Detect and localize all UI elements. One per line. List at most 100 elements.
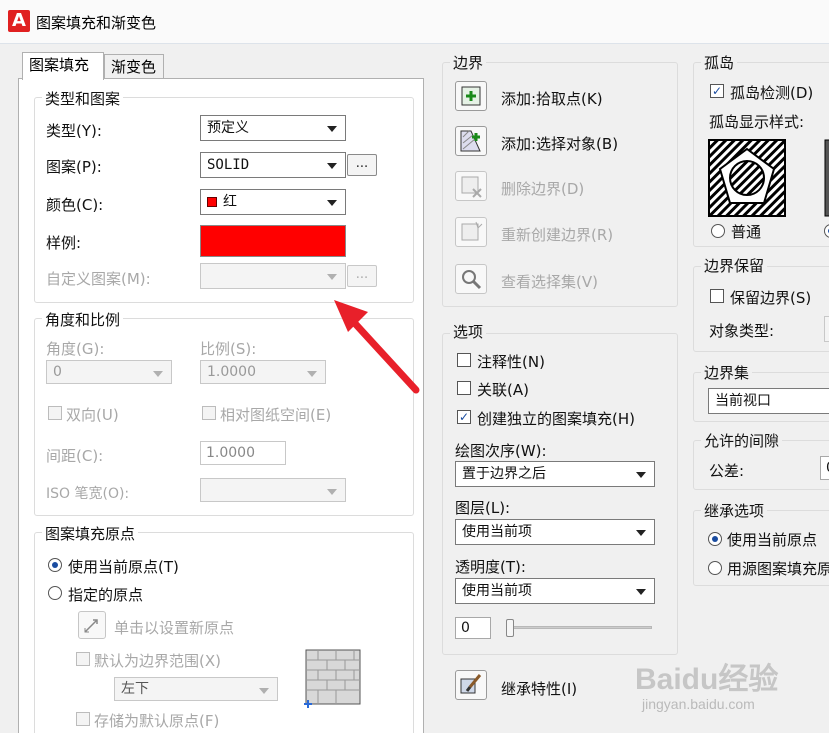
island-normal-preview-icon (708, 139, 786, 217)
layer-label: 图层(L): (455, 499, 511, 517)
inherit-use-source-label: 用源图案填充原点 (727, 560, 829, 578)
origin-title: 图案填充原点 (42, 523, 139, 544)
boundary-set-title: 边界集 (701, 362, 753, 383)
chevron-down-icon (259, 688, 269, 694)
islands-title: 孤岛 (701, 52, 738, 73)
chevron-down-icon (636, 472, 646, 478)
iso-pen-combo[interactable] (200, 478, 346, 502)
pattern-combo[interactable]: SOLID (200, 152, 346, 178)
object-type-label: 对象类型: (709, 322, 775, 340)
remove-boundaries-label: 删除边界(D) (501, 180, 585, 198)
add-select-objects-button[interactable] (455, 126, 487, 156)
recreate-boundary-label: 重新创建边界(R) (501, 226, 614, 244)
scale-label: 比例(S): (200, 340, 257, 358)
separate-hatches-checkbox[interactable]: ✓ (457, 410, 471, 424)
add-pick-points-label: 添加:拾取点(K) (501, 90, 603, 108)
boundary-set-combo[interactable]: 当前视口 (708, 388, 829, 414)
chevron-down-icon (327, 274, 337, 280)
object-type-combo[interactable] (824, 316, 829, 342)
draw-order-combo[interactable]: 置于边界之后 (455, 461, 655, 487)
recreate-boundary-button[interactable] (455, 217, 487, 247)
title-bar[interactable]: A 图案填充和渐变色 (0, 0, 829, 44)
island-detection-checkbox[interactable]: ✓ (710, 84, 724, 98)
layer-value: 使用当前项 (462, 524, 532, 540)
angle-scale-title: 角度和比例 (42, 309, 124, 330)
add-pick-points-button[interactable] (455, 81, 487, 111)
double-checkbox[interactable] (48, 406, 62, 420)
remove-boundaries-button[interactable] (455, 171, 487, 201)
inherit-properties-button[interactable] (455, 670, 487, 700)
angle-combo[interactable]: 0 (46, 360, 172, 384)
separate-hatches-label: 创建独立的图案填充(H) (477, 410, 635, 428)
annotative-label: 注释性(N) (477, 353, 545, 371)
add-select-icon (460, 130, 481, 152)
specified-origin-radio[interactable] (48, 586, 62, 600)
relative-paper-checkbox[interactable] (202, 406, 216, 420)
boundary-title: 边界 (450, 52, 487, 73)
specified-origin-label: 指定的原点 (68, 586, 144, 604)
color-value: 红 (223, 194, 237, 210)
annotative-checkbox[interactable] (457, 353, 471, 367)
remove-boundary-icon (461, 176, 482, 198)
spacing-input[interactable]: 1.0000 (200, 441, 286, 465)
layer-combo[interactable]: 使用当前项 (455, 519, 655, 545)
transparency-combo[interactable]: 使用当前项 (455, 578, 655, 604)
paintbrush-icon (460, 674, 482, 694)
transparency-number-input[interactable]: 0 (455, 617, 491, 639)
inherit-use-current-label: 使用当前原点 (727, 531, 818, 549)
custom-pattern-label: 自定义图案(M): (46, 270, 151, 288)
tolerance-input[interactable]: 0 (820, 456, 829, 480)
chevron-down-icon (327, 200, 337, 206)
use-current-origin-radio[interactable] (48, 558, 62, 572)
recreate-boundary-icon (461, 221, 483, 241)
default-extent-label: 默认为边界范围(X) (94, 652, 221, 670)
pattern-value: SOLID (207, 157, 250, 173)
double-label: 双向(U) (66, 406, 119, 424)
transparency-value: 使用当前项 (462, 583, 532, 599)
color-combo[interactable]: 红 (200, 189, 346, 215)
inherit-options-title: 继承选项 (701, 500, 768, 521)
add-pick-icon (461, 86, 481, 106)
tab-hatch[interactable]: 图案填充 (22, 52, 104, 80)
transparency-slider-thumb[interactable] (506, 619, 514, 637)
tab-gradient[interactable]: 渐变色 (104, 54, 164, 80)
retain-boundaries-label: 保留边界(S) (730, 289, 812, 307)
pattern-browse-button[interactable]: ... (347, 154, 377, 176)
inherit-use-current-radio[interactable] (708, 532, 722, 546)
type-value: 预定义 (207, 120, 249, 136)
chevron-down-icon (327, 163, 337, 169)
island-normal-label: 普通 (731, 223, 762, 241)
angle-label: 角度(G): (46, 340, 105, 358)
retain-boundaries-checkbox[interactable] (710, 289, 724, 303)
magnifier-icon (462, 270, 482, 290)
relative-paper-label: 相对图纸空间(E) (220, 406, 332, 424)
type-label: 类型(Y): (46, 122, 102, 140)
default-extent-checkbox[interactable] (76, 652, 90, 666)
sample-preview[interactable] (200, 225, 346, 257)
view-selections-label: 查看选择集(V) (501, 273, 598, 291)
add-select-objects-label: 添加:选择对象(B) (501, 135, 619, 153)
custom-pattern-browse-button[interactable]: ... (347, 265, 377, 287)
chevron-down-icon (327, 489, 337, 495)
chevron-down-icon (327, 126, 337, 132)
inherit-use-source-radio[interactable] (708, 561, 722, 575)
view-selections-button[interactable] (455, 264, 487, 294)
associative-checkbox[interactable] (457, 381, 471, 395)
island-normal-radio[interactable] (711, 224, 725, 238)
chevron-down-icon (636, 589, 646, 595)
sample-label: 样例: (46, 234, 82, 252)
island-outer-preview-icon (824, 139, 829, 217)
custom-pattern-combo[interactable] (200, 263, 346, 289)
baidu-watermark: Baidu经验 (635, 663, 779, 696)
transparency-slider-track[interactable] (506, 626, 652, 629)
type-combo[interactable]: 预定义 (200, 115, 346, 141)
retain-title: 边界保留 (701, 255, 768, 276)
brick-preview-icon (304, 649, 361, 708)
origin-position-combo[interactable]: 左下 (114, 677, 278, 701)
store-default-checkbox[interactable] (76, 712, 90, 726)
scale-combo[interactable]: 1.0000 (200, 360, 326, 384)
click-set-origin-label: 单击以设置新原点 (114, 619, 235, 637)
set-origin-button[interactable] (78, 611, 106, 639)
island-style-label: 孤岛显示样式: (709, 113, 805, 131)
draw-order-label: 绘图次序(W): (455, 442, 547, 460)
